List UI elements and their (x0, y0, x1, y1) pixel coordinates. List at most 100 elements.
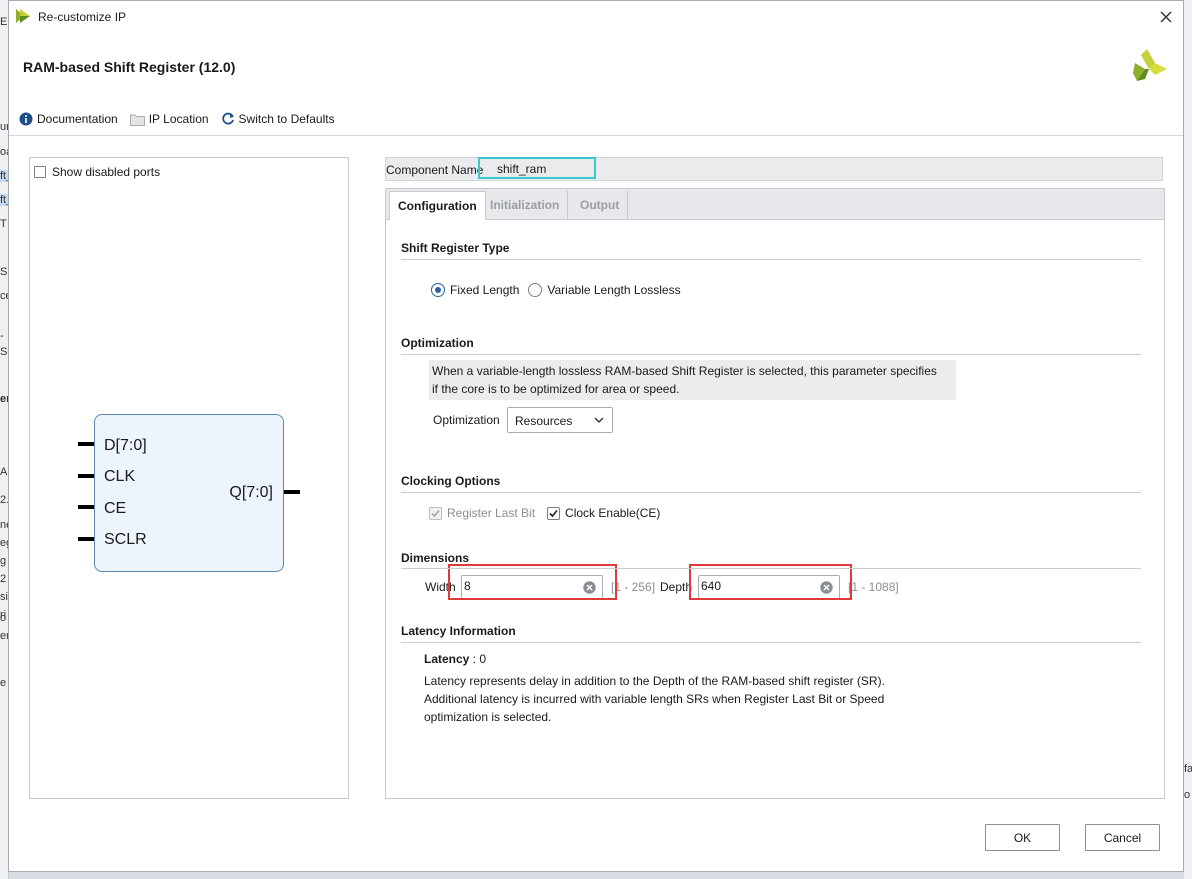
dimensions-section: Dimensions Width [1 - 256] Depth (401, 551, 1141, 611)
bg-fragment: fa (1184, 763, 1192, 775)
show-disabled-ports-label: Show disabled ports (52, 165, 161, 179)
desc-line: if the core is to be optimized for area … (432, 382, 680, 396)
pin-clk (78, 474, 94, 478)
bg-fragment: A (0, 466, 8, 478)
component-name-label: Component Name (386, 163, 484, 177)
component-name-row: Component Name (385, 157, 1163, 181)
pin-ce (78, 505, 94, 509)
fixed-length-label: Fixed Length (450, 283, 520, 297)
depth-label: Depth (660, 580, 693, 594)
clocking-options-row: Register Last Bit Clock Enable(CE) (429, 506, 660, 520)
section-title: Clocking Options (401, 474, 1141, 493)
bg-fragment: - (0, 330, 4, 342)
port-sclr: SCLR (104, 531, 147, 548)
depth-input[interactable] (701, 579, 811, 593)
optimization-value: Resources (515, 414, 573, 428)
optimization-section: Optimization When a variable-length loss… (401, 336, 1141, 446)
section-title: Dimensions (401, 551, 470, 565)
component-name-input[interactable] (493, 160, 597, 178)
pin-q (284, 490, 300, 494)
pin-sclr (78, 537, 94, 541)
latency-value-row: Latency : 0 (424, 650, 885, 668)
ip-symbol-panel: Show disabled ports D[7:0] CLK CE SCLR Q… (29, 157, 349, 799)
latency-desc-line: Latency represents delay in addition to … (424, 674, 885, 688)
bg-fragment: o (0, 612, 7, 624)
tab-bar: Configuration Initialization Output (386, 189, 1164, 220)
checkbox-box (34, 166, 46, 178)
section-title: Shift Register Type (401, 241, 1141, 260)
ok-button[interactable]: OK (985, 824, 1060, 851)
latency-text: Latency : 0 Latency represents delay in … (424, 650, 885, 726)
re-customize-ip-dialog: Re-customize IP RAM-based Shift Register… (8, 0, 1184, 872)
optimization-label: Optimization (433, 413, 500, 427)
switch-to-defaults-button[interactable]: Switch to Defaults (221, 112, 335, 126)
latency-information-section: Latency Information Latency : 0 Latency … (401, 624, 1141, 744)
checkmark-icon (431, 509, 440, 517)
tab-output[interactable]: Output (572, 191, 629, 219)
section-title: Latency Information (401, 624, 1141, 643)
checkbox-box (429, 506, 442, 520)
depth-field[interactable] (698, 575, 840, 599)
fixed-length-radio[interactable]: Fixed Length (431, 283, 519, 297)
clocking-options-section: Clocking Options Register Last Bit Clock… (401, 474, 1141, 520)
title-bar: Re-customize IP (9, 1, 1183, 33)
shift-register-type-section: Shift Register Type Fixed Length Variabl… (401, 241, 1141, 297)
width-field[interactable] (461, 575, 603, 599)
chevron-down-icon (594, 417, 604, 423)
ip-location-label: IP Location (148, 112, 209, 126)
background-window-right: fa o (1184, 0, 1192, 879)
close-button[interactable] (1155, 6, 1177, 28)
folder-icon (129, 114, 145, 126)
clock-enable-label: Clock Enable(CE) (565, 506, 661, 520)
checkbox-box (547, 506, 561, 520)
register-last-bit-checkbox[interactable]: Register Last Bit (429, 506, 535, 520)
port-q: Q[7:0] (229, 484, 273, 501)
latency-desc-line: optimization is selected. (424, 710, 552, 724)
xilinx-logo-icon (1133, 49, 1167, 84)
dialog-header: RAM-based Shift Register (12.0) Document… (9, 33, 1183, 136)
width-label: Width (425, 580, 456, 594)
bg-fragment: o (1184, 789, 1191, 801)
configuration-panel: Component Name Configuration Initializat… (385, 157, 1165, 799)
latency-label: Latency (424, 652, 470, 666)
optimization-dropdown[interactable]: Resources (507, 407, 613, 433)
variable-length-lossless-label: Variable Length Lossless (547, 283, 681, 297)
tab-configuration[interactable]: Configuration (389, 191, 486, 220)
tab-initialization[interactable]: Initialization (482, 191, 569, 219)
documentation-button[interactable]: Documentation (19, 112, 118, 126)
refresh-icon (221, 112, 234, 125)
bg-fragment: T (0, 218, 7, 230)
show-disabled-ports-checkbox[interactable]: Show disabled ports (34, 165, 160, 179)
close-icon (1160, 11, 1172, 23)
shift-register-type-options: Fixed Length Variable Length Lossless (431, 283, 681, 297)
switch-to-defaults-label: Switch to Defaults (238, 112, 335, 126)
width-input[interactable] (464, 579, 574, 593)
optimization-description: When a variable-length lossless RAM-base… (429, 360, 956, 400)
documentation-label: Documentation (37, 112, 118, 126)
info-icon (19, 112, 33, 126)
bg-fragment: 2 (0, 573, 7, 585)
divider (401, 568, 1141, 569)
radio-unselected (528, 283, 543, 297)
clear-icon[interactable] (583, 581, 596, 597)
ip-block-symbol: D[7:0] CLK CE SCLR Q[7:0] (94, 414, 284, 572)
depth-range: [1 - 1088] (848, 580, 899, 594)
toolbar: Documentation IP Location Switch to Defa… (19, 109, 347, 129)
vivado-logo-icon (16, 9, 32, 26)
tab-container: Configuration Initialization Output Shif… (385, 188, 1165, 799)
clear-icon[interactable] (820, 581, 833, 597)
port-ce: CE (104, 500, 127, 517)
pin-d (78, 442, 94, 446)
variable-length-lossless-radio[interactable]: Variable Length Lossless (528, 283, 681, 297)
ip-location-button[interactable]: IP Location (129, 112, 209, 126)
latency-desc-line: Additional latency is incurred with vari… (424, 692, 885, 706)
register-last-bit-label: Register Last Bit (447, 506, 536, 520)
cancel-button[interactable]: Cancel (1085, 824, 1160, 851)
window-title: Re-customize IP (38, 10, 127, 24)
radio-selected (431, 283, 445, 297)
bg-fragment: S (0, 266, 8, 278)
clock-enable-checkbox[interactable]: Clock Enable(CE) (547, 506, 660, 520)
port-clk: CLK (104, 468, 136, 485)
latency-value: : 0 (472, 652, 487, 666)
bg-fragment: e (0, 677, 7, 689)
